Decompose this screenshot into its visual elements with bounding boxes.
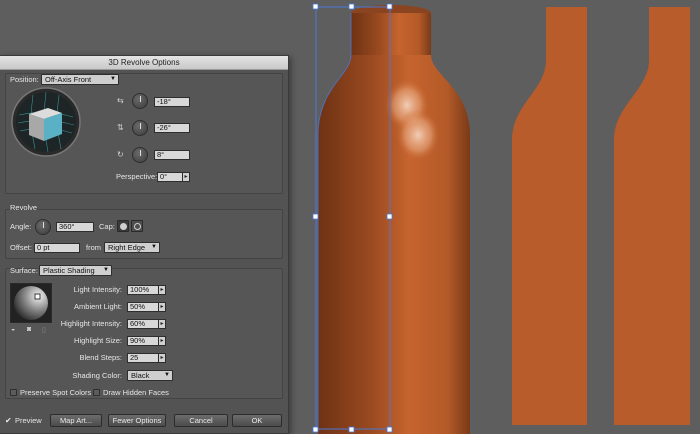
highlight-size-field[interactable]: 90% [127,336,159,346]
track-cube-icon [11,87,81,157]
offset-label: Offset: [10,243,32,252]
surface-label: Surface: [10,266,38,275]
light-intensity-label: Light Intensity: [73,285,122,294]
revolved-bottle[interactable] [318,5,470,434]
map-art-button[interactable]: Map Art... [50,414,102,427]
light-intensity-arrow-button[interactable]: ▸ [158,285,166,295]
bottle-profile-2[interactable] [614,7,690,425]
angle-dial[interactable] [35,219,51,235]
highlight-intensity-field[interactable]: 60% [127,319,159,329]
3d-revolve-options-dialog: 3D Revolve Options Position: Off-Axis Fr… [0,55,289,434]
fewer-options-button[interactable]: Fewer Options [108,414,166,427]
chevron-down-icon: ▼ [151,244,157,250]
revolve-section-title: Revolve [10,203,38,212]
cap-on-icon [120,223,127,230]
rotate-x-icon: ⇆ [117,96,124,105]
light-intensity-field[interactable]: 100% [127,285,159,295]
preview-label: Preview [15,416,42,425]
perspective-field[interactable]: 0° [157,172,183,182]
rotate-y-icon: ⇅ [117,123,124,132]
checkmark-icon: ✔ [5,416,12,425]
highlight-size-arrow-button[interactable]: ▸ [158,336,166,346]
offset-field[interactable]: 0 pt [34,243,80,253]
move-light-back-icon[interactable]: ◒ [11,326,15,333]
track-cube-widget[interactable] [11,87,81,157]
rotate-y-dial[interactable] [132,120,148,136]
rotate-z-field[interactable]: 8° [154,150,190,160]
blend-steps-arrow-button[interactable]: ▸ [158,353,166,363]
cap-off-button[interactable] [131,220,143,232]
position-dropdown[interactable]: Off-Axis Front ▼ [41,74,119,85]
bottle-profile-1[interactable] [512,7,587,425]
rotate-z-dial[interactable] [132,147,148,163]
cap-on-button[interactable] [117,220,129,232]
rotate-x-dial[interactable] [132,93,148,109]
ambient-light-arrow-button[interactable]: ▸ [158,302,166,312]
rotate-y-field[interactable]: -26° [154,123,190,133]
preserve-spot-colors-label: Preserve Spot Colors [20,388,92,397]
position-dropdown-value: Off-Axis Front [45,75,92,84]
shading-color-dropdown[interactable]: Black ▼ [127,370,173,381]
chevron-down-icon: ▼ [164,372,170,378]
from-edge-dropdown[interactable]: Right Edge ▼ [104,242,160,253]
rotate-z-icon: ↻ [117,150,124,159]
angle-label: Angle: [10,222,32,231]
highlight-intensity-label: Highlight Intensity: [60,319,122,328]
ok-button[interactable]: OK [232,414,282,427]
position-label: Position: [10,75,39,84]
surface-dropdown[interactable]: Plastic Shading ▼ [39,265,112,276]
blend-steps-label: Blend Steps: [79,353,122,362]
cancel-button[interactable]: Cancel [174,414,228,427]
from-edge-value: Right Edge [108,243,146,252]
ambient-light-label: Ambient Light: [74,302,122,311]
angle-field[interactable]: 360° [56,222,94,232]
shading-color-label: Shading Color: [72,371,122,380]
chevron-down-icon: ▼ [110,76,116,82]
cap-label: Cap: [99,222,115,231]
highlight-size-label: Highlight Size: [74,336,122,345]
new-light-icon[interactable]: ◙ [27,326,31,333]
highlight-intensity-arrow-button[interactable]: ▸ [158,319,166,329]
rotate-x-field[interactable]: -18° [154,97,190,107]
cap-off-icon [134,223,141,230]
draw-hidden-faces-label: Draw Hidden Faces [103,388,169,397]
preserve-spot-colors-checkbox[interactable] [10,389,17,396]
surface-dropdown-value: Plastic Shading [43,266,95,275]
chevron-down-icon: ▼ [103,267,109,273]
perspective-label: Perspective: [116,172,158,181]
ambient-light-field[interactable]: 50% [127,302,159,312]
from-label: from [86,243,101,252]
dialog-title: 3D Revolve Options [0,56,288,70]
perspective-arrow-button[interactable]: ▸ [182,172,190,182]
blend-steps-field[interactable]: 25 [127,353,159,363]
preview-checkbox[interactable]: ✔ [5,417,13,425]
draw-hidden-faces-checkbox[interactable] [93,389,100,396]
shading-color-value: Black [131,371,150,380]
